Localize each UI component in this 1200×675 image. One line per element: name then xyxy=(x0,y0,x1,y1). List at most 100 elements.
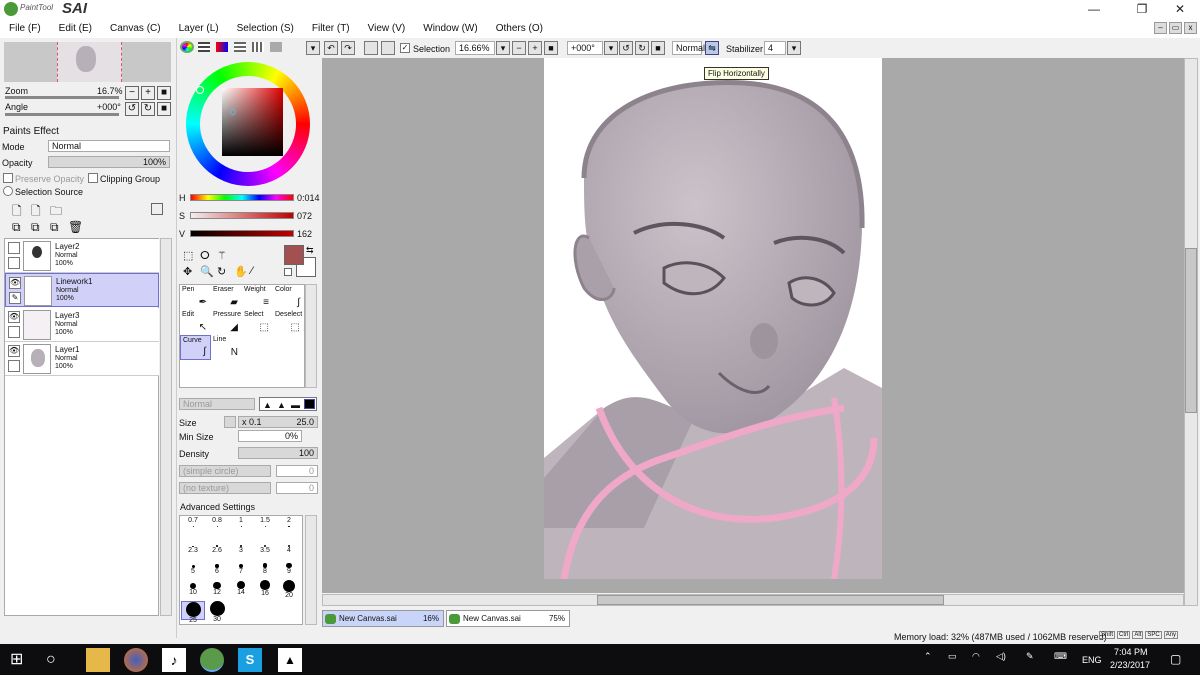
brush-size-preset[interactable]: 3 xyxy=(229,538,253,557)
stabilizer-dropdown-button[interactable]: ▾ xyxy=(787,41,801,55)
menu-layer[interactable]: Layer (L) xyxy=(170,23,228,34)
brush-size-preset[interactable]: 30 xyxy=(205,601,229,623)
brush-tip-shapes[interactable]: ▲ ▲ ▬ xyxy=(259,397,317,411)
palette-tab-icon[interactable] xyxy=(270,42,282,52)
paint-tool-sai-taskbar-icon[interactable] xyxy=(200,648,224,672)
rotate-left-button[interactable]: ↺ xyxy=(125,102,139,116)
brush-texture-strength[interactable]: 0 xyxy=(276,482,318,494)
menu-canvas[interactable]: Canvas (C) xyxy=(101,23,170,34)
brush-shape-strength[interactable]: 0 xyxy=(276,465,318,477)
visibility-toggle[interactable] xyxy=(8,242,20,254)
brush-size-preset[interactable]: 0.7 xyxy=(181,517,205,536)
clipping-group-checkbox[interactable] xyxy=(88,173,98,183)
tool-pen[interactable]: Pen ✒ xyxy=(180,285,211,310)
layer-lock-toggle[interactable] xyxy=(8,360,20,372)
selection-checkbox[interactable]: ✓ xyxy=(400,43,410,53)
brush-size-preset[interactable]: 9 xyxy=(277,559,301,578)
photos-icon[interactable]: ▲ xyxy=(278,648,302,672)
swatches-tab-icon[interactable] xyxy=(234,42,246,52)
canvas-zoom-field[interactable]: 16.66% xyxy=(455,41,495,55)
selection-source-radio[interactable] xyxy=(3,186,13,196)
tool-weight[interactable]: Weight ≡ xyxy=(242,285,273,310)
restore-button[interactable]: ❐ xyxy=(1122,0,1162,18)
document-tab[interactable]: New Canvas.sai 75% xyxy=(446,610,570,627)
brush-shape-select[interactable]: (simple circle) xyxy=(179,465,271,477)
layer-lock-toggle[interactable] xyxy=(8,326,20,338)
canvas-zoom-reset-button[interactable]: ■ xyxy=(544,41,558,55)
brush-size-preset[interactable]: 2.6 xyxy=(205,538,229,557)
menu-view[interactable]: View (V) xyxy=(359,23,415,34)
canvas-zoom-in-button[interactable]: + xyxy=(528,41,542,55)
delete-layer-icon[interactable]: 🗑 xyxy=(68,220,83,234)
rotate-right-button[interactable]: ↻ xyxy=(141,102,155,116)
brush-size-preset[interactable]: 1 xyxy=(229,517,253,536)
sv-cursor[interactable] xyxy=(230,109,236,115)
tip-square-icon[interactable] xyxy=(304,399,315,409)
merge-down-icon[interactable]: ⧉ xyxy=(31,220,40,235)
reset-colors-icon[interactable] xyxy=(284,268,292,276)
canvas-blend-field[interactable]: Normal xyxy=(672,41,705,55)
zoom-slider[interactable] xyxy=(5,96,119,99)
flip-horizontal-icon[interactable]: ⇋ xyxy=(705,41,719,55)
firefox-icon[interactable] xyxy=(124,648,148,672)
cortana-icon[interactable]: ○ xyxy=(46,648,70,672)
layer-row[interactable]: Layer2 Normal 100% xyxy=(5,239,159,273)
language-indicator[interactable]: ENG xyxy=(1082,655,1102,665)
paints-effect-header[interactable]: Paints Effect xyxy=(3,126,59,137)
brush-size-preset[interactable]: 8 xyxy=(253,559,277,578)
brush-size-preset[interactable]: 6 xyxy=(205,559,229,578)
saturation-value-square[interactable] xyxy=(222,88,283,156)
magic-wand-icon[interactable]: ⚚ xyxy=(217,249,227,262)
brush-size-preset[interactable]: 3.5 xyxy=(253,538,277,557)
size-mult-dropdown[interactable] xyxy=(224,416,236,428)
zoom-in-button[interactable]: + xyxy=(141,86,155,100)
canvas-angle-field[interactable]: +000° xyxy=(567,41,603,55)
brush-size-preset[interactable]: 0.8 xyxy=(205,517,229,536)
tip-sharp-icon[interactable]: ▲ xyxy=(263,400,272,410)
canvas-rotate-right-button[interactable]: ↻ xyxy=(635,41,649,55)
zoom-reset-button[interactable]: ■ xyxy=(157,86,171,100)
tool-select[interactable]: Select ⬚ xyxy=(242,310,273,335)
skype-icon[interactable]: S xyxy=(238,648,262,672)
mdi-close-button[interactable]: x xyxy=(1184,22,1197,34)
toolbar-collapse-button[interactable]: ▾ xyxy=(306,41,320,55)
canvas-paper[interactable] xyxy=(544,58,882,579)
brush-size-preset[interactable]: 2 xyxy=(277,517,301,536)
document-tab[interactable]: New Canvas.sai 16% xyxy=(322,610,444,627)
brush-size-preset[interactable]: 1.5 xyxy=(253,517,277,536)
pen-icon[interactable]: ✎ xyxy=(9,292,21,304)
eye-icon[interactable]: 👁 xyxy=(9,277,21,289)
size-slider[interactable]: x 0.1 25.0 xyxy=(238,416,318,428)
menu-edit[interactable]: Edit (E) xyxy=(50,23,101,34)
blend-mode-select[interactable]: Normal xyxy=(48,140,170,152)
preserve-opacity-checkbox[interactable] xyxy=(3,173,13,183)
brush-size-preset[interactable]: 20 xyxy=(277,580,301,599)
horizontal-scroll-thumb[interactable] xyxy=(597,595,944,605)
canvas-zoom-out-button[interactable]: − xyxy=(512,41,526,55)
layer-row[interactable]: 👁 ✎ Linework1 Normal 100% xyxy=(5,273,159,307)
battery-icon[interactable]: ▭ xyxy=(948,651,957,662)
eye-icon[interactable]: 👁 xyxy=(8,345,20,357)
canvas-rotate-left-button[interactable]: ↺ xyxy=(619,41,633,55)
mdi-restore-button[interactable]: ▭ xyxy=(1169,22,1182,34)
brush-size-preset[interactable]: 4 xyxy=(277,538,301,557)
tool-edit[interactable]: Edit ↖ xyxy=(180,310,211,335)
density-slider[interactable]: 100 xyxy=(238,447,318,459)
zoom-dropdown-button[interactable]: ▾ xyxy=(496,41,510,55)
tool-curve[interactable]: Curve ∫ xyxy=(180,335,211,360)
canvas-rotate-reset-button[interactable]: ■ xyxy=(651,41,665,55)
volume-icon[interactable]: ◁) xyxy=(996,651,1006,662)
music-app-icon[interactable]: ♪ xyxy=(162,648,186,672)
close-button[interactable]: ✕ xyxy=(1160,0,1200,18)
brush-size-preset[interactable]: 16 xyxy=(253,580,277,599)
menu-others[interactable]: Others (O) xyxy=(487,23,552,34)
rotate-tool-icon[interactable]: ↻ xyxy=(217,265,226,278)
brush-size-scrollbar[interactable] xyxy=(305,515,317,625)
tool-grid-scrollbar[interactable] xyxy=(305,284,317,388)
min-size-slider[interactable]: 0% xyxy=(238,430,302,442)
action-center-icon[interactable]: ▢ xyxy=(1170,652,1181,666)
menu-filter[interactable]: Filter (T) xyxy=(303,23,359,34)
zoom-out-button[interactable]: − xyxy=(125,86,139,100)
layer-list-scrollbar[interactable] xyxy=(160,238,172,616)
rgb-slider-tab-icon[interactable] xyxy=(198,42,210,52)
